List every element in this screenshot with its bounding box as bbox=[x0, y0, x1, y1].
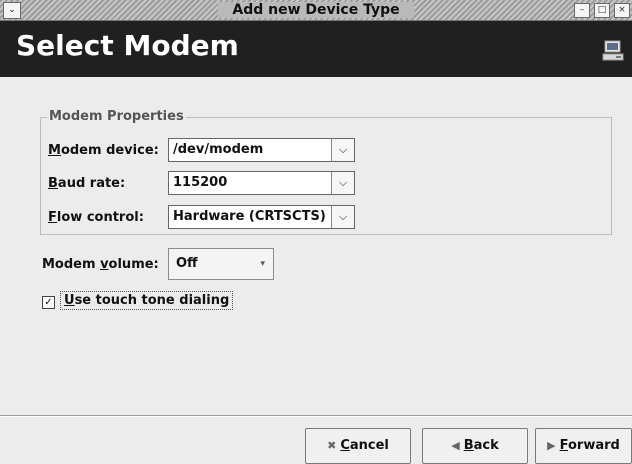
dropdown-arrow-icon[interactable]: ▾ bbox=[260, 249, 265, 279]
cancel-label: ancel bbox=[349, 438, 389, 453]
baud-rate-label-text: aud rate: bbox=[57, 176, 126, 191]
baud-rate-mnemonic: B bbox=[48, 176, 58, 191]
back-mnemonic: B bbox=[463, 438, 474, 453]
modem-device-label-text: odem device: bbox=[60, 143, 159, 158]
cancel-icon: ✖ bbox=[327, 439, 337, 452]
page-header: Select Modem bbox=[0, 21, 632, 77]
forward-label: orward bbox=[567, 438, 620, 453]
window-titlebar[interactable]: ⌄ Add new Device Type – □ × bbox=[0, 0, 632, 21]
chevron-down-icon[interactable]: ⌵ bbox=[331, 206, 354, 228]
touch-tone-mnemonic[interactable]: U bbox=[64, 293, 75, 308]
forward-mnemonic: F bbox=[559, 438, 568, 453]
flow-control-label-text: low control: bbox=[56, 210, 144, 225]
modem-properties-legend: Modem Properties bbox=[47, 109, 186, 124]
cancel-button[interactable]: ✖ Cancel bbox=[305, 428, 411, 464]
modem-volume-label: Modem volume: bbox=[42, 257, 159, 272]
modem-device-value[interactable]: /dev/modem bbox=[173, 139, 328, 161]
touch-tone-checkbox[interactable]: ✓ bbox=[42, 296, 55, 309]
forward-arrow-icon: ▶ bbox=[547, 439, 556, 452]
back-label: ack bbox=[473, 438, 499, 453]
modem-volume-label-text: olume: bbox=[108, 257, 159, 272]
chevron-down-icon[interactable]: ⌵ bbox=[331, 139, 354, 161]
modem-volume-mnemonic: v bbox=[100, 257, 109, 272]
minimize-button[interactable]: – bbox=[574, 3, 590, 18]
modem-device-mnemonic: M bbox=[48, 143, 61, 158]
modem-volume-value[interactable]: Off bbox=[176, 249, 198, 279]
baud-rate-label: Baud rate: bbox=[48, 176, 125, 191]
window-title: Add new Device Type bbox=[218, 2, 414, 18]
touch-tone-label-text[interactable]: se touch tone dialing bbox=[75, 293, 230, 308]
chevron-down-icon[interactable]: ⌵ bbox=[331, 172, 354, 194]
close-button[interactable]: × bbox=[614, 3, 630, 18]
button-separator bbox=[0, 415, 632, 417]
flow-control-mnemonic: F bbox=[48, 210, 57, 225]
modem-device-label: Modem device: bbox=[48, 143, 159, 158]
flow-control-value[interactable]: Hardware (CRTSCTS) bbox=[173, 206, 331, 228]
cancel-mnemonic: C bbox=[340, 438, 350, 453]
modem-device-combo[interactable]: /dev/modem ⌵ bbox=[168, 138, 355, 162]
network-computer-icon bbox=[602, 39, 626, 67]
flow-control-label: Flow control: bbox=[48, 210, 144, 225]
page-title: Select Modem bbox=[16, 29, 239, 62]
flow-control-combo[interactable]: Hardware (CRTSCTS) ⌵ bbox=[168, 205, 355, 229]
back-button[interactable]: ◀ Back bbox=[422, 428, 528, 464]
maximize-button[interactable]: □ bbox=[594, 3, 610, 18]
window-title-container: Add new Device Type bbox=[0, 0, 632, 20]
back-arrow-icon: ◀ bbox=[451, 439, 460, 452]
modem-volume-select[interactable]: Off ▾ bbox=[168, 248, 274, 280]
forward-button[interactable]: ▶ Forward bbox=[535, 428, 632, 464]
modem-volume-label-prefix: Modem bbox=[42, 257, 101, 272]
touch-tone-label[interactable]: Use touch tone dialing bbox=[60, 291, 234, 310]
baud-rate-value[interactable]: 115200 bbox=[173, 172, 328, 194]
baud-rate-combo[interactable]: 115200 ⌵ bbox=[168, 171, 355, 195]
